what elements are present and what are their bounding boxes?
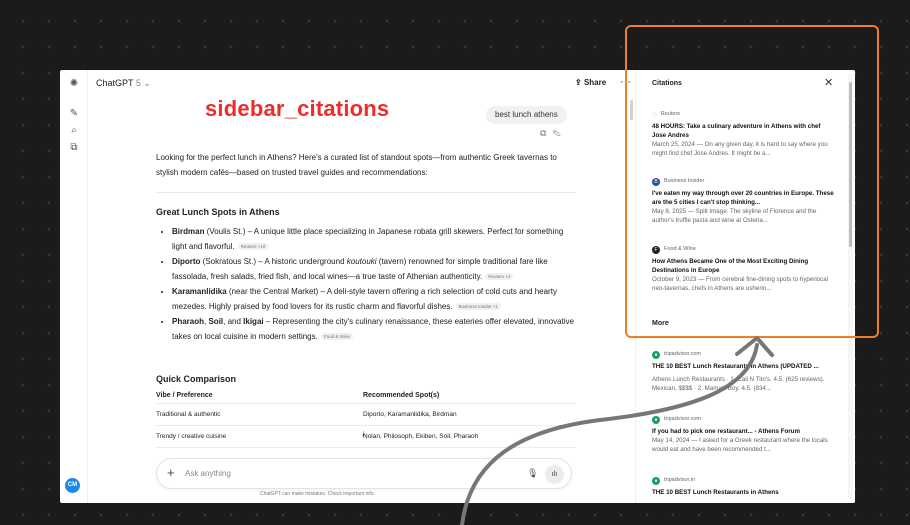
annotation-arrow — [460, 336, 774, 525]
